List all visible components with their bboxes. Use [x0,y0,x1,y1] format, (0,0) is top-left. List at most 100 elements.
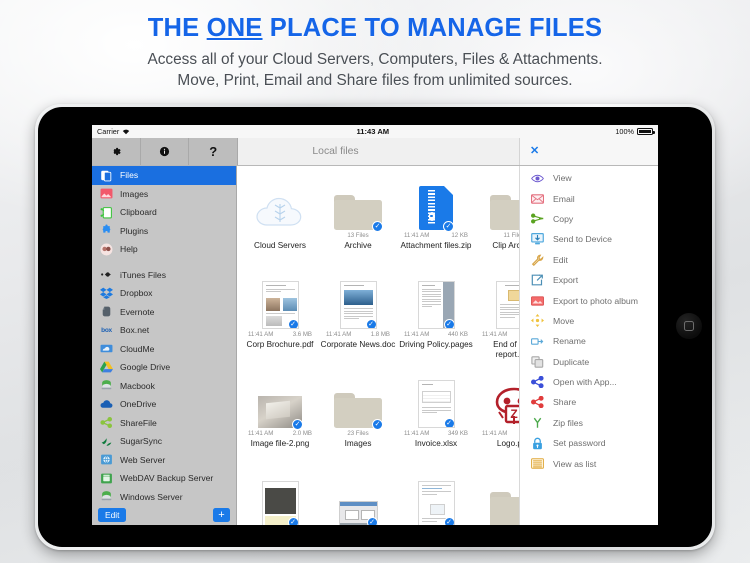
file-item[interactable]: ✓ 11:41 AM 349 KB Invoice.xlsx [397,370,475,469]
file-thumbnail: ✓ [327,473,389,525]
action-edit[interactable]: Edit [520,250,658,270]
file-thumbnail: ✓ [405,275,467,329]
action-copy[interactable]: Copy [520,209,658,229]
file-grid: Cloud Servers ✓ 13 Files Archive ✓ 11:41… [237,166,519,525]
add-button[interactable]: + [213,508,230,522]
action-move[interactable]: Move [520,311,658,331]
file-item[interactable]: ✓ 23 Files Images [319,370,397,469]
file-name: Clip Archive [492,241,519,250]
scissors-icon [530,213,544,225]
action-view-as-list[interactable]: View as list [520,453,658,473]
share-nodes-icon [530,376,544,389]
file-count: 23 Files [347,430,369,437]
file-time: 11:41 AM [248,430,274,437]
dropbox-icon [100,287,113,300]
file-name: Driving Policy.pages [399,340,473,349]
selected-check-icon: ✓ [443,221,454,232]
file-item[interactable]: ✓ 11:41 AM 2.0 MB Image file-2.png [241,370,319,469]
file-thumbnail: ✓ [249,473,311,525]
action-label: Rename [553,336,586,347]
title-pre: THE [147,14,207,42]
help-button[interactable]: ? [188,138,237,165]
file-item[interactable]: ✓ 11:41 AM 440 KB Driving Policy.pages [397,271,475,370]
usb-icon [100,268,113,281]
file-item[interactable]: ✓ [319,469,397,525]
action-label: Export to photo album [553,295,638,306]
sidebar-item-files[interactable]: Files [92,166,236,185]
sidebar-item-cloudme[interactable]: CloudMe [92,340,236,359]
action-set-password[interactable]: Set password [520,433,658,453]
sidebar-item-macbook[interactable]: Macbook [92,377,236,396]
file-item[interactable]: ✓ [475,469,519,525]
action-rename[interactable]: Rename [520,331,658,351]
selected-check-icon: ✓ [443,517,454,525]
action-send-to-device[interactable]: Send to Device [520,229,658,249]
eye-icon [530,174,544,183]
cloudme-icon [100,342,113,355]
file-item[interactable]: ✓ 11:41 AM 421 KB End of year report.doc [475,271,519,370]
file-item[interactable]: Z ✓ 11:41 AM 797 KB Logo.png [475,370,519,469]
sidebar-item-onedrive[interactable]: OneDrive [92,395,236,414]
action-export[interactable]: Export [520,270,658,290]
sidebar-item-webdav-backup-server[interactable]: WebDAV Backup Server [92,469,236,488]
sidebar-item-sharefile[interactable]: ShareFile [92,414,236,433]
file-item[interactable]: ✓ 11:41 AM 1.8 MB Corporate News.doc [319,271,397,370]
sidebar-item-label: Dropbox [120,288,153,299]
file-item[interactable]: ✓ 13 Files Archive [319,172,397,271]
sidebar-item-help[interactable]: Help [92,240,236,259]
file-thumbnail: ✓ [327,275,389,329]
sidebar-item-evernote[interactable]: Evernote [92,303,236,322]
action-export-to-photo-album[interactable]: Export to photo album [520,290,658,310]
action-email[interactable]: Email [520,188,658,208]
action-open-with-app[interactable]: Open with App... [520,372,658,392]
file-item[interactable]: ✓ [397,469,475,525]
file-time: 11:41 AM [248,331,274,338]
sidebar-divider [92,259,236,266]
sidebar-item-sugarsync[interactable]: SugarSync [92,432,236,451]
file-item[interactable]: ✓ 11 Files Clip Archive [475,172,519,271]
sidebar-item-images[interactable]: Images [92,185,236,204]
action-label: Copy [553,213,574,224]
photo-icon [530,295,544,306]
sidebar-item-google-drive[interactable]: Google Drive [92,358,236,377]
file-item[interactable]: Cloud Servers [241,172,319,271]
file-item[interactable]: ✓ 11:41 AM 3.6 MB Corp Brochure.pdf [241,271,319,370]
settings-button[interactable] [92,138,140,165]
sidebar-item-plugins[interactable]: Plugins [92,222,236,241]
file-grid-panel[interactable]: Cloud Servers ✓ 13 Files Archive ✓ 11:41… [237,166,519,525]
sidebar-item-itunes-files[interactable]: iTunes Files [92,266,236,285]
action-zip-files[interactable]: Zip files [520,413,658,433]
wifi-icon [123,129,130,135]
file-item[interactable]: ✓ [241,469,319,525]
action-label: Open with App... [553,377,617,388]
sidebar-item-label: Clipboard [120,207,157,218]
sidebar-item-box-net[interactable]: box Box.net [92,321,236,340]
battery-icon [637,128,655,135]
sidebar-item-dropbox[interactable]: Dropbox [92,284,236,303]
sidebar-item-windows-server[interactable]: Windows Server [92,488,236,505]
file-item[interactable]: ✓ 11:41 AM 12 KB Attachment files.zip [397,172,475,271]
info-button[interactable] [139,138,189,165]
edit-button[interactable]: Edit [98,508,127,522]
action-share[interactable]: Share [520,392,658,412]
file-count: 11 Files [503,232,519,239]
page-title: THE ONE PLACE TO MANAGE FILES [0,14,750,43]
sidebar-item-clipboard[interactable]: Clipboard [92,203,236,222]
close-icon[interactable]: ✕ [530,146,539,157]
sidebar-item-web-server[interactable]: Web Server [92,451,236,470]
file-meta: 11:41 AM 12 KB [404,232,468,240]
title-post: PLACE TO MANAGE FILES [262,14,603,42]
action-duplicate[interactable]: Duplicate [520,352,658,372]
zip-icon [530,417,544,429]
action-view[interactable]: View [520,168,658,188]
doc-thumbnail: ✓ [339,281,377,329]
home-button[interactable] [676,313,702,339]
file-name: Cloud Servers [254,241,306,250]
app-body: Files Images Clipboard Plugins Help iTun… [92,166,658,525]
action-label: View [553,173,572,184]
zip-file-icon: ✓ [419,186,454,232]
sharefile-icon [100,416,113,429]
logo-thumbnail: Z ✓ [493,386,519,428]
file-size: 440 KB [448,331,468,338]
sidebar-item-label: Plugins [120,225,149,236]
